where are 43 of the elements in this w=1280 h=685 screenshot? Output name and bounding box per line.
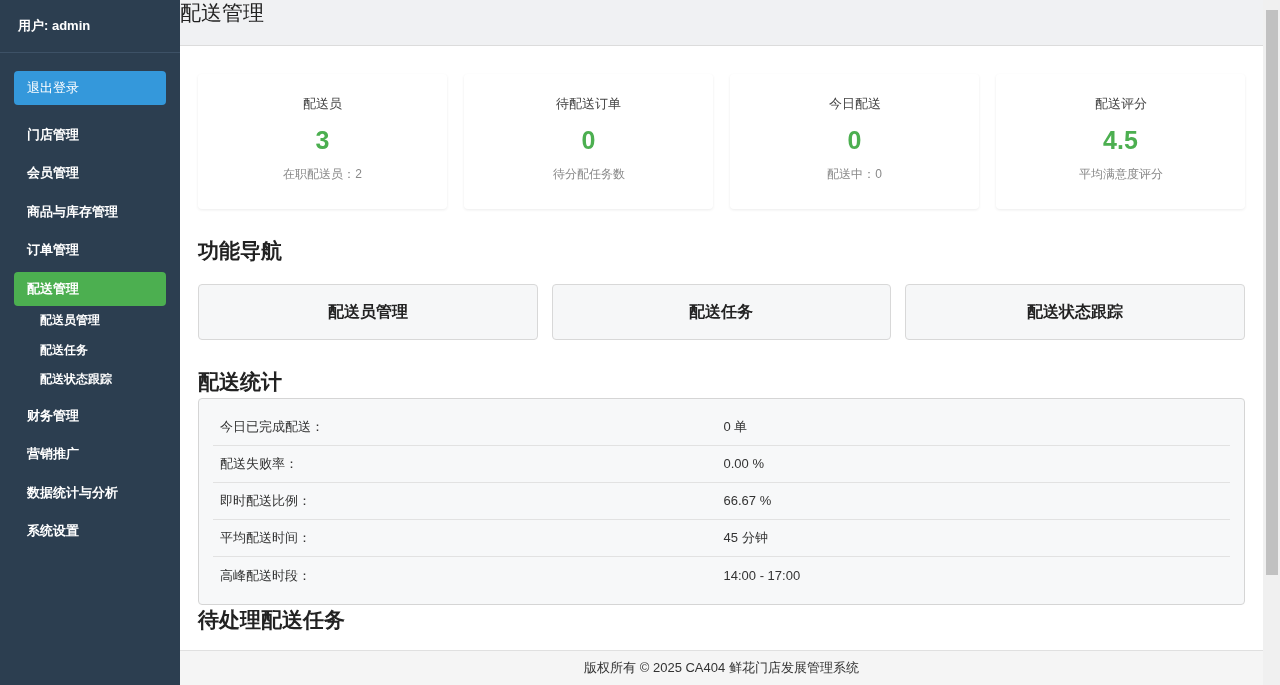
page-title: 配送管理: [180, 0, 265, 26]
stat-label: 配送失败率：: [220, 455, 299, 474]
stat-title: 配送员: [303, 95, 342, 113]
stat-note: 平均满意度评分: [1078, 165, 1163, 183]
stat-value: 0 单: [722, 418, 749, 437]
stat-note: 待分配任务数: [552, 165, 625, 183]
section-heading: 配送统计: [198, 369, 283, 395]
stat-label: 平均配送时间：: [220, 529, 312, 548]
stat-value: 0.00 %: [722, 455, 765, 474]
stat-value: 0: [581, 124, 596, 156]
sidebar-item[interactable]: 营销推广: [14, 437, 166, 471]
footer-text: 版权所有 © 2025 CA404 鲜花门店发展管理系统: [584, 659, 859, 678]
stat-value: 14:00 - 17:00: [722, 566, 802, 585]
stat-label: 今日已完成配送：: [220, 418, 325, 437]
stat-label: 高峰配送时段：: [220, 566, 312, 585]
sidebar-item[interactable]: 数据统计与分析: [14, 475, 166, 510]
sidebar-subitem[interactable]: 配送状态跟踪: [40, 370, 112, 389]
stat-title: 配送评分: [1094, 95, 1147, 113]
stat-note: 在职配送员：2: [283, 165, 362, 183]
sidebar-item[interactable]: 门店管理: [14, 117, 166, 152]
sidebar-subitem[interactable]: 配送员管理: [40, 311, 100, 330]
sidebar-item[interactable]: 财务管理: [14, 398, 166, 433]
sidebar-item[interactable]: 系统设置: [14, 514, 166, 548]
section-heading: 待处理配送任务: [198, 607, 346, 633]
stat-value: 66.67 %: [722, 492, 773, 511]
sidebar-item[interactable]: 订单管理: [14, 233, 166, 267]
sidebar-item[interactable]: 会员管理: [14, 156, 166, 190]
stat-value: 45 分钟: [722, 529, 769, 548]
nav-button[interactable]: 配送任务: [551, 284, 892, 340]
section-heading: 功能导航: [198, 238, 283, 264]
stat-title: 今日配送: [828, 95, 881, 113]
sidebar-subitem[interactable]: 配送任务: [40, 340, 88, 359]
stat-label: 即时配送比例：: [220, 492, 312, 511]
stat-value: 0: [847, 124, 862, 156]
nav-button[interactable]: 配送状态跟踪: [905, 284, 1245, 340]
sidebar-item[interactable]: 商品与库存管理: [14, 194, 166, 229]
stat-title: 待配送订单: [556, 95, 621, 113]
user-label: 用户: admin: [18, 17, 91, 36]
scrollbar[interactable]: [1263, 0, 1280, 685]
stat-value: 3: [315, 124, 330, 156]
nav-button[interactable]: 配送员管理: [198, 284, 538, 340]
stat-note: 配送中：0: [827, 165, 882, 183]
stat-value: 4.5: [1103, 124, 1138, 156]
